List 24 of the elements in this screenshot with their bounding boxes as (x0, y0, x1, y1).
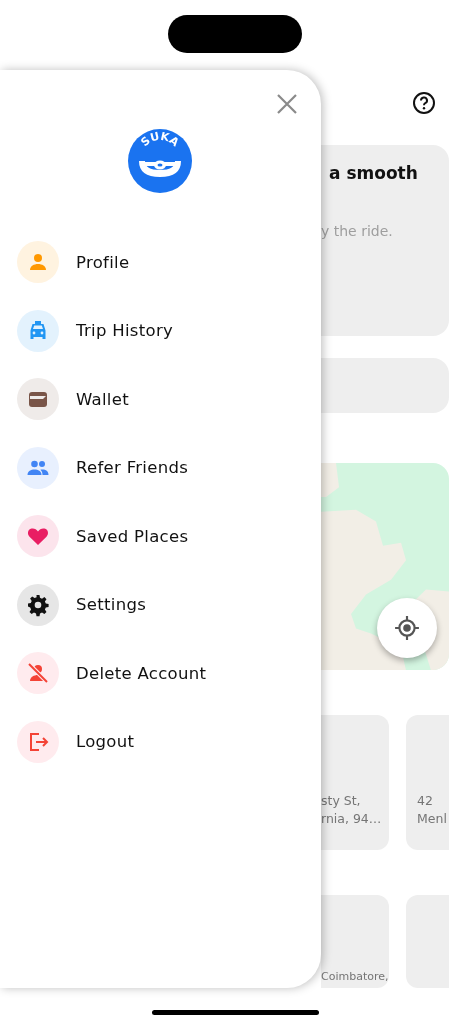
place-card[interactable]: 42 Menl (406, 715, 449, 850)
place-card[interactable]: sty St, rnia, 94… (321, 715, 389, 850)
logo: SUKA (128, 129, 192, 193)
help-icon[interactable] (412, 91, 436, 115)
place-address: sty St, (321, 791, 362, 810)
menu-item[interactable]: Logout (0, 707, 321, 776)
card-title: a smooth (328, 163, 419, 183)
menu-item[interactable]: Saved Places (0, 502, 321, 571)
place-address: Menl (417, 809, 448, 828)
crosshair-icon (394, 615, 420, 642)
menu-item[interactable]: Refer Friends (0, 433, 321, 502)
place-address: Coimbatore, (321, 969, 389, 985)
menu-item[interactable]: Settings (0, 570, 321, 639)
menu-item[interactable]: Delete Account (0, 639, 321, 708)
close-button[interactable] (275, 92, 299, 116)
settings-icon (26, 592, 50, 617)
place-address: 42 (417, 791, 434, 810)
menu-item[interactable]: Trip History (0, 296, 321, 365)
place-address: rnia, 94… (321, 809, 383, 828)
menu-item[interactable]: Profile (0, 228, 321, 297)
menu-item[interactable]: Wallet (0, 365, 321, 434)
person-off-icon (26, 661, 50, 686)
card-subtitle: y the ride. (321, 223, 394, 239)
place-card[interactable]: Coimbatore, (321, 894, 389, 988)
